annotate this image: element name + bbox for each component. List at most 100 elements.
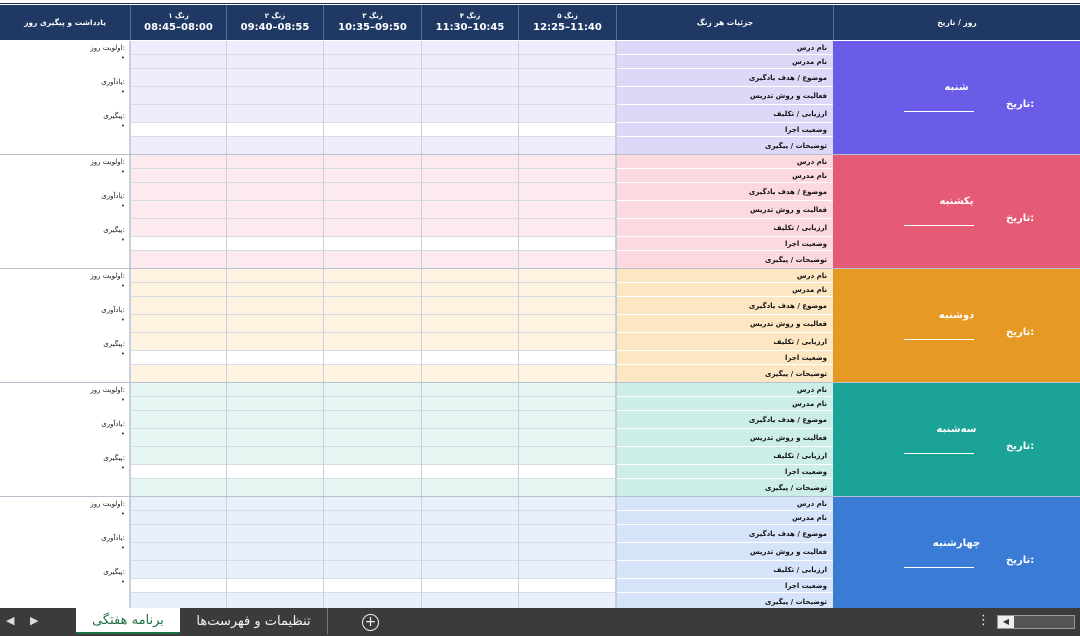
day-date-cell[interactable]: سه‌شنبه تاریخ: [833,383,1080,497]
note-bullet: • [120,510,125,518]
period-time: 09:40–08:55 [240,21,310,33]
status-row-cells[interactable] [130,123,616,137]
date-blank-line[interactable] [904,225,974,226]
period-cells-grid[interactable] [130,155,616,269]
grid-row-divider [130,364,616,365]
day-notes-cell[interactable]: اولویت روز: • یادآوری: • پیگیری: • [0,155,130,269]
grid-row-divider [130,282,616,283]
header-period-4[interactable]: زنگ ۴ 11:30–10:45 [421,5,518,40]
grid-row-divider [130,592,616,593]
label-row-divider [617,478,834,479]
grid-row-divider [130,296,616,297]
grid-row-divider [130,560,616,561]
label-row-divider [617,250,834,251]
header-period-2[interactable]: زنگ ۲ 09:40–08:55 [226,5,323,40]
grid-column-divider [226,269,227,383]
date-blank-line[interactable] [904,111,974,112]
label-row-divider [617,396,834,397]
grid-row-divider [130,478,616,479]
scroll-tabs-right-icon[interactable]: ▶ [30,614,38,627]
label-row-divider [617,510,834,511]
grid-column-divider [421,497,422,608]
grid-row-divider [130,396,616,397]
label-row-divider [617,410,834,411]
day-block: اولویت روز: • یادآوری: • پیگیری: • نام درس نام … [0,269,1080,383]
header-period-details[interactable]: جزئیات هر زنگ [616,5,833,40]
period-detail-labels: نام درس نام مدرس موضوع / هدف یادگیری فعالیت… [616,383,834,497]
detail-label: توضیحات / پیگیری [765,598,827,606]
period-time: 12:25–11:40 [533,21,602,33]
sheet-tab-settings[interactable]: تنظیمات و فهرست‌ها [180,608,328,634]
status-row-cells[interactable] [130,465,616,479]
label-row-divider [617,560,834,561]
period-cells-grid[interactable] [130,383,616,497]
period-name: زنگ ۱ [168,11,189,20]
detail-label: توضیحات / پیگیری [765,256,827,264]
scrollbar-track[interactable] [1014,616,1074,628]
label-row-divider [617,236,834,237]
date-blank-line[interactable] [904,339,974,340]
note-bullet: • [120,202,125,210]
period-cells-grid[interactable] [130,497,616,608]
status-row-cells[interactable] [130,237,616,251]
worksheet-grid[interactable]: روز / تاریخ جزئیات هر زنگ زنگ ۵ 12:25–11… [0,0,1080,608]
grid-row-divider [130,168,616,169]
header-notes-label: یادداشت و پیگیری روز [24,18,106,27]
grid-column-divider [130,497,131,608]
note-label-followup: پیگیری: [103,112,125,120]
period-cells-grid[interactable] [130,41,616,155]
detail-label: توضیحات / پیگیری [765,142,827,150]
detail-label: نام مدرس [792,58,827,66]
grid-column-divider [226,155,227,269]
day-notes-cell[interactable]: اولویت روز: • یادآوری: • پیگیری: • [0,41,130,155]
date-blank-line[interactable] [904,453,974,454]
period-detail-labels: نام درس نام مدرس موضوع / هدف یادگیری فعالیت… [616,155,834,269]
detail-label: فعالیت و روش تدریس [750,548,827,556]
label-row-divider [617,524,834,525]
day-notes-cell[interactable]: اولویت روز: • یادآوری: • پیگیری: • [0,383,130,497]
day-date-cell[interactable]: یکشنبه تاریخ: [833,155,1080,269]
note-bullet: • [120,578,125,586]
day-notes-cell[interactable]: اولویت روز: • یادآوری: • پیگیری: • [0,497,130,608]
day-block: اولویت روز: • یادآوری: • پیگیری: • نام درس نام … [0,155,1080,269]
day-date-cell[interactable]: چهارشنبه تاریخ: [833,497,1080,608]
header-day-date[interactable]: روز / تاریخ [833,5,1080,40]
detail-label: ارزیابی / تکلیف [773,452,827,460]
detail-label: ارزیابی / تکلیف [773,224,827,232]
scroll-tabs-left-icon[interactable]: ◀ [6,614,14,627]
column-header-row: روز / تاریخ جزئیات هر زنگ زنگ ۵ 12:25–11… [0,5,1080,40]
header-period-3[interactable]: زنگ ۳ 10:35–09:50 [323,5,421,40]
detail-label: نام درس [796,44,827,52]
day-name: شنبه [944,82,969,93]
period-cells-grid[interactable] [130,269,616,383]
add-sheet-icon[interactable]: + [362,614,379,631]
grid-row-divider [130,86,616,87]
label-row-divider [617,86,834,87]
header-period-5[interactable]: زنگ ۵ 12:25–11:40 [518,5,616,40]
label-row-divider [617,68,834,69]
day-date-cell[interactable]: شنبه تاریخ: [833,41,1080,155]
date-blank-line[interactable] [904,567,974,568]
day-block: اولویت روز: • یادآوری: • پیگیری: • نام درس نام … [0,383,1080,497]
grid-column-divider [226,383,227,497]
grid-row-divider [130,182,616,183]
note-bullet: • [120,88,125,96]
status-row-cells[interactable] [130,579,616,593]
day-date-cell[interactable]: دوشنبه تاریخ: [833,269,1080,383]
more-options-icon[interactable]: ⋮ [977,613,990,628]
day-notes-cell[interactable]: اولویت روز: • یادآوری: • پیگیری: • [0,269,130,383]
note-bullet: • [120,464,125,472]
grid-column-divider [323,383,324,497]
label-row-divider [617,218,834,219]
sheet-tab-weekly[interactable]: برنامه هفتگی [76,608,180,634]
header-period-1[interactable]: زنگ ۱ 08:45–08:00 [130,5,226,40]
period-time: 08:45–08:00 [144,21,213,33]
detail-label: وضعیت اجرا [785,354,827,362]
label-row-divider [617,122,834,123]
label-row-divider [617,104,834,105]
scroll-left-icon[interactable]: ◀ [998,616,1014,628]
header-notes[interactable]: یادداشت و پیگیری روز [0,5,130,40]
grid-row-divider [130,200,616,201]
status-row-cells[interactable] [130,351,616,365]
horizontal-scrollbar[interactable]: ◀ [997,615,1075,629]
